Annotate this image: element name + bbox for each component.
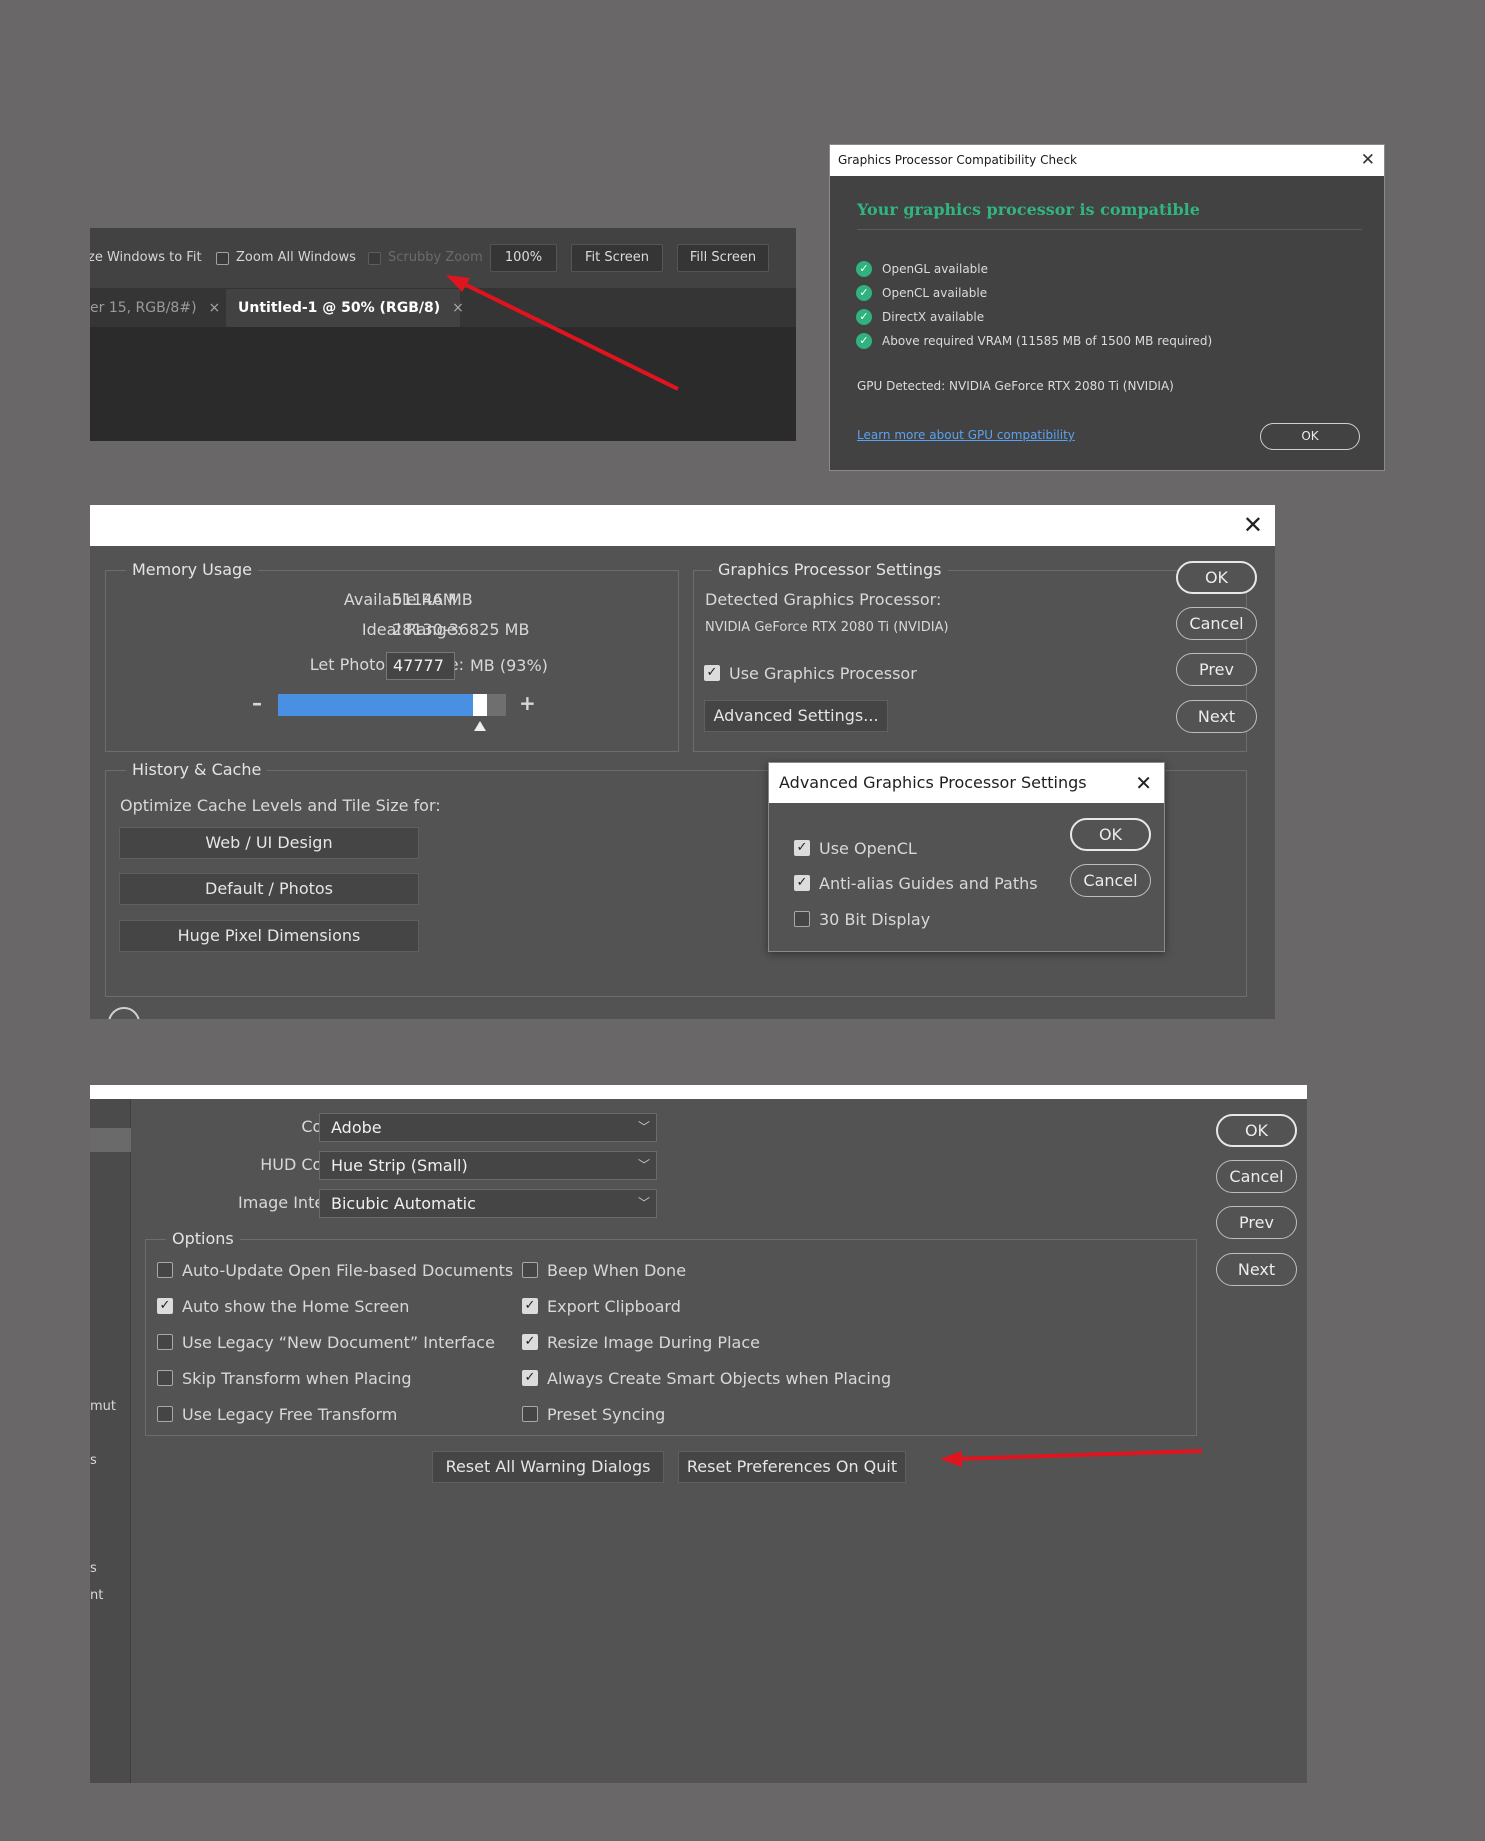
annotation-arrow-icon [940,1449,1203,1467]
annotation-overlay [446,275,1203,1467]
annotation-arrow-icon [446,275,679,391]
